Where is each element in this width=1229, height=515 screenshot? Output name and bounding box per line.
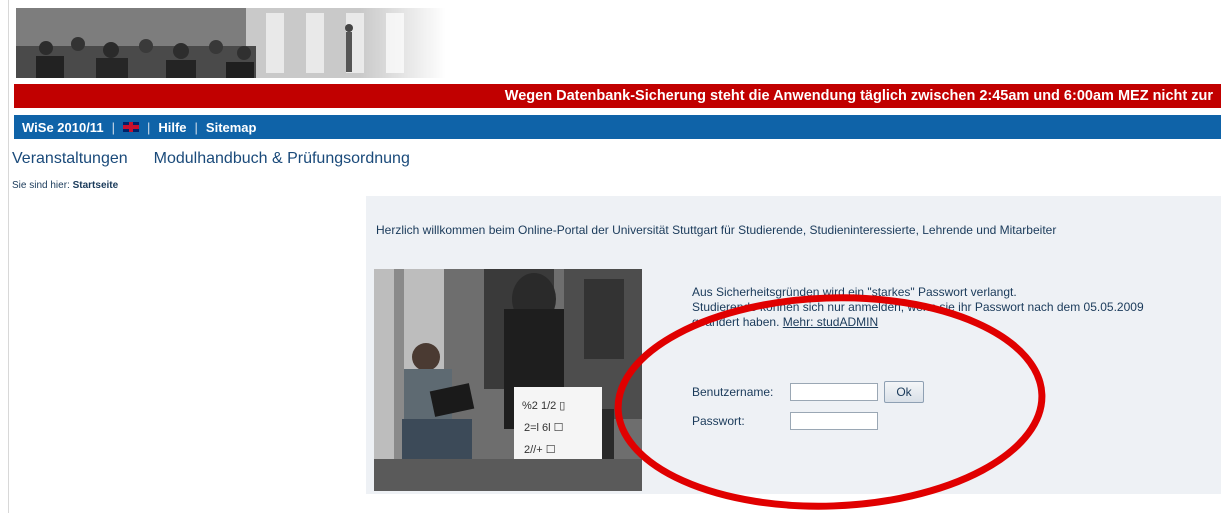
login-notice-line1: Aus Sicherheitsgründen wird ein "starkes… xyxy=(692,285,1017,299)
username-label: Benutzername: xyxy=(692,385,774,399)
maintenance-banner: Wegen Datenbank-Sicherung steht die Anwe… xyxy=(14,84,1221,108)
maintenance-banner-text: Wegen Datenbank-Sicherung steht die Anwe… xyxy=(504,88,1213,104)
login-notice-line2: Studierende können sich nur anmelden, we… xyxy=(692,300,1144,314)
welcome-text: Herzlich willkommen beim Online-Portal d… xyxy=(376,223,1057,237)
ok-button[interactable]: Ok xyxy=(884,381,924,403)
breadcrumb-prefix: Sie sind hier: xyxy=(12,180,70,191)
menu-item-courses[interactable]: Veranstaltungen xyxy=(12,150,128,168)
login-notice-line3-text: geändert haben. xyxy=(692,315,780,329)
menu-item-module-handbook[interactable]: Modulhandbuch & Prüfungsordnung xyxy=(154,150,410,168)
nav-separator: | xyxy=(146,119,151,135)
password-input[interactable] xyxy=(790,412,878,430)
nav-separator: | xyxy=(111,119,115,135)
header-photo xyxy=(16,8,446,78)
breadcrumb-current: Startseite xyxy=(72,180,119,191)
password-label: Passwort: xyxy=(692,414,745,428)
password-row: Passwort: xyxy=(692,412,878,430)
svg-text:2//+ ☐: 2//+ ☐ xyxy=(524,444,556,456)
studadmin-link[interactable]: Mehr: studADMIN xyxy=(783,315,878,329)
nav-separator: | xyxy=(194,119,198,135)
svg-text:%2 1/2 ▯: %2 1/2 ▯ xyxy=(522,400,565,412)
help-link[interactable]: Hilfe xyxy=(158,120,186,135)
top-nav: WiSe 2010/11 | | Hilfe | Sitemap xyxy=(14,115,1221,139)
username-row: Benutzername: Ok xyxy=(692,381,924,403)
login-notice-line3: geändert haben. Mehr: studADMIN xyxy=(692,315,1217,330)
sitemap-link[interactable]: Sitemap xyxy=(206,120,257,135)
main-menu: Veranstaltungen Modulhandbuch & Prüfungs… xyxy=(12,150,410,168)
svg-text:2=l 6l ☐: 2=l 6l ☐ xyxy=(524,422,564,434)
students-photo: %2 1/2 ▯ 2=l 6l ☐ 2//+ ☐ xyxy=(374,269,642,491)
breadcrumb: Sie sind hier: Startseite xyxy=(12,180,118,191)
login-area: Aus Sicherheitsgründen wird ein "starkes… xyxy=(692,285,1217,330)
uk-flag-icon[interactable] xyxy=(122,122,139,132)
content-panel: Herzlich willkommen beim Online-Portal d… xyxy=(366,196,1221,494)
username-input[interactable] xyxy=(790,383,878,401)
semester-link[interactable]: WiSe 2010/11 xyxy=(22,120,104,135)
